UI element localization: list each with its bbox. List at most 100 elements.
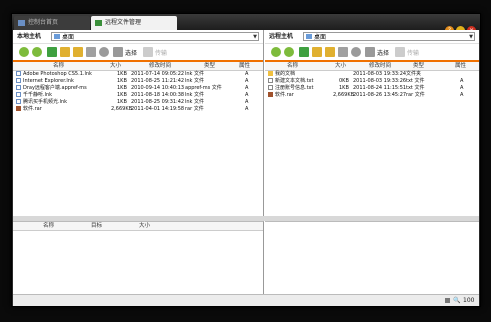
- file-type: lnk 文件: [185, 71, 205, 77]
- file-size: 1KB: [117, 85, 127, 91]
- col-size[interactable]: 大小: [335, 62, 346, 70]
- open-folder-icon[interactable]: [73, 47, 83, 57]
- transfer-label: 传输: [407, 50, 420, 57]
- col-size[interactable]: 大小: [139, 222, 150, 230]
- local-location-value: 桌面: [62, 34, 75, 41]
- col-attr[interactable]: 属性: [455, 62, 466, 70]
- new-folder-icon[interactable]: [312, 47, 322, 57]
- file-name: 软件.rar: [23, 106, 42, 112]
- file-mtime: 2011-04-01 14:19:58: [131, 106, 185, 112]
- select-icon[interactable]: [113, 47, 123, 57]
- forward-icon[interactable]: [284, 47, 294, 57]
- file-row[interactable]: Adobe Photoshop CS5.1.lnk 1KB 2011-07-14 0…: [13, 71, 263, 78]
- transfer-queue: 名称 目标 大小: [13, 221, 264, 294]
- file-size: 1KB: [117, 78, 127, 84]
- select-icon[interactable]: [365, 47, 375, 57]
- file-name: 软件.rar: [275, 92, 294, 98]
- file-row[interactable]: 腾讯买手机频光.lnk 1KB 2011-08-25 09:31:42 lnk 文件 A: [13, 99, 263, 106]
- rar-file-icon: [16, 106, 21, 111]
- drive-icon[interactable]: [86, 47, 96, 57]
- tab-console-home[interactable]: 控制台首页: [14, 16, 90, 30]
- new-folder-icon[interactable]: [60, 47, 70, 57]
- back-icon[interactable]: [19, 47, 29, 57]
- file-mtime: 2011-08-25 09:31:42: [131, 99, 185, 105]
- file-type: lnk 文件: [185, 99, 205, 105]
- file-name: Dray远程客户端.appref-ms: [23, 85, 87, 91]
- select-label[interactable]: 选择: [377, 48, 389, 57]
- file-size: 1KB: [117, 99, 127, 105]
- select-label[interactable]: 选择: [125, 48, 137, 57]
- up-folder-icon[interactable]: [47, 47, 57, 57]
- col-name[interactable]: 名称: [43, 222, 54, 230]
- col-mtime[interactable]: 修改时间: [369, 62, 391, 70]
- remote-column-header: 名称 大小 修改时间 类型 属性: [265, 62, 479, 71]
- folder-icon: [268, 71, 273, 76]
- text-file-icon: [268, 85, 273, 90]
- link-file-icon: [16, 85, 21, 90]
- local-pane: 本地主机 桌面 ▼ 选择 传输 名称 大小 修改时间 类型 属性 Adobe P…: [13, 30, 264, 216]
- rar-file-icon: [268, 92, 273, 97]
- window-controls: ?–×: [443, 17, 476, 35]
- file-attr: A: [245, 92, 249, 98]
- chevron-down-icon: ▼: [253, 34, 257, 40]
- link-file-icon: [16, 71, 21, 76]
- content-area: 本地主机 桌面 ▼ 选择 传输 名称 大小 修改时间 类型 属性 Adobe P…: [13, 30, 479, 306]
- drive-icon[interactable]: [338, 47, 348, 57]
- file-row[interactable]: 千千静听.lnk 1KB 2011-08-18 14:00:38 lnk 文件 A: [13, 92, 263, 99]
- file-row[interactable]: 注册账号信息.txt 1KB 2011-08-24 11:15:51 txt 文件 A: [265, 85, 479, 92]
- file-attr: A: [460, 78, 464, 84]
- app-window: 控制台首页 远程文件管理 ?–× 本地主机 桌面 ▼: [11, 13, 481, 307]
- local-location-select[interactable]: 桌面 ▼: [51, 32, 259, 41]
- file-row[interactable]: 我的文档 2011-08-03 19:33:24 文件夹: [265, 71, 479, 78]
- console-icon: [18, 20, 25, 26]
- back-icon[interactable]: [271, 47, 281, 57]
- col-type[interactable]: 类型: [413, 62, 424, 70]
- file-row[interactable]: 新建文本文档.txt 0KB 2011-08-03 19:33:26 txt 文件 A: [265, 78, 479, 85]
- open-folder-icon[interactable]: [325, 47, 335, 57]
- file-mtime: 2011-08-25 11:21:42: [131, 78, 185, 84]
- file-size: 1KB: [117, 92, 127, 98]
- col-name[interactable]: 名称: [53, 62, 64, 70]
- file-attr: A: [460, 92, 464, 98]
- local-column-header: 名称 大小 修改时间 类型 属性: [13, 62, 263, 71]
- tab-remote-file-manager[interactable]: 远程文件管理: [91, 16, 177, 30]
- link-file-icon: [16, 92, 21, 97]
- remote-location-value: 桌面: [314, 34, 327, 41]
- status-bar: 🔍 100: [13, 294, 479, 306]
- col-mtime[interactable]: 修改时间: [149, 62, 171, 70]
- col-size[interactable]: 大小: [110, 62, 121, 70]
- file-attr: A: [460, 85, 464, 91]
- folder-icon: [54, 34, 60, 39]
- folder-icon: [306, 34, 312, 39]
- file-row[interactable]: 软件.rar 2,669KB 2011-04-01 14:19:58 rar 文件 A: [13, 106, 263, 113]
- file-mtime: 2011-07-14 09:05:22: [131, 71, 185, 77]
- col-target[interactable]: 目标: [91, 222, 102, 230]
- file-manager-icon: [95, 20, 102, 26]
- zoom-icon[interactable]: 🔍: [453, 295, 460, 306]
- link-file-icon: [16, 99, 21, 104]
- file-type: rar 文件: [406, 92, 425, 98]
- file-mtime: 2011-08-26 13:45:27: [353, 92, 407, 98]
- col-name[interactable]: 名称: [287, 62, 298, 70]
- file-mtime: 2011-08-03 19:33:24: [353, 71, 407, 77]
- file-size: 2,669KB: [333, 92, 355, 98]
- file-row[interactable]: Dray远程客户端.appref-ms 1KB 2010-09-14 10:40:1…: [13, 85, 263, 92]
- col-attr[interactable]: 属性: [239, 62, 250, 70]
- tab-bar: 控制台首页 远程文件管理 ?–×: [12, 14, 480, 35]
- local-host-row: 本地主机 桌面 ▼: [13, 30, 263, 43]
- file-name: 我的文档: [275, 71, 296, 77]
- transfer-column-header: 名称 目标 大小: [13, 222, 263, 231]
- file-mtime: 2011-08-03 19:33:26: [353, 78, 407, 84]
- remote-host-row: 远程主机 桌面 ▼: [265, 30, 479, 43]
- remote-location-select[interactable]: 桌面 ▼: [303, 32, 475, 41]
- refresh-icon[interactable]: [99, 47, 109, 57]
- file-row[interactable]: 软件.rar 2,669KB 2011-08-26 13:45:27 rar 文件 A: [265, 92, 479, 99]
- file-row[interactable]: Internet Explorer.lnk 1KB 2011-08-25 11:21…: [13, 78, 263, 85]
- forward-icon[interactable]: [32, 47, 42, 57]
- file-attr: A: [245, 85, 249, 91]
- file-type: txt 文件: [406, 85, 425, 91]
- up-folder-icon[interactable]: [299, 47, 309, 57]
- refresh-icon[interactable]: [351, 47, 361, 57]
- remote-toolbar: 选择 传输: [265, 43, 479, 60]
- col-type[interactable]: 类型: [204, 62, 215, 70]
